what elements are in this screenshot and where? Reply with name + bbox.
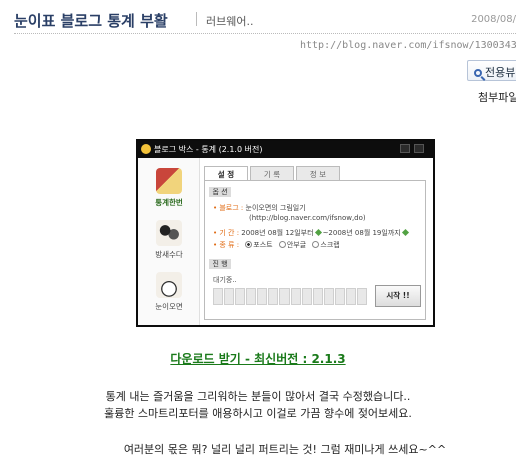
- body-text-line: 통계 내는 즐거움을 그리워하는 분들이 많아서 결국 수정했습니다..: [105, 390, 411, 403]
- progress-segment: [323, 288, 334, 305]
- tab-info: 정 보: [296, 166, 340, 180]
- progress-segment: [345, 288, 357, 305]
- period-from: 2008년 08월 12일부터: [241, 229, 314, 237]
- attachment-label[interactable]: 첨부파일: [478, 89, 516, 105]
- view-button[interactable]: 전용뷰: [467, 60, 516, 81]
- progress-bar: [213, 288, 368, 305]
- sidebar-item-label: 눈이오면: [155, 302, 183, 311]
- sidebar-item-label: 방새수다: [155, 250, 183, 259]
- calendar-icon: [314, 228, 322, 237]
- sidebar-item-label: 통계한번: [155, 198, 183, 207]
- period-key: • 기 간 :: [213, 229, 242, 237]
- calendar-icon: [401, 228, 409, 237]
- progress-section-label: 진 행: [209, 259, 231, 269]
- sidebar-item-snow: 눈이오면: [142, 272, 196, 312]
- view-button-label: 전용뷰: [485, 66, 516, 79]
- options-section-label: 옵 션: [209, 187, 231, 197]
- snowman-icon: [156, 272, 182, 298]
- progress-segment: [257, 288, 268, 305]
- post-date: 2008/08/: [471, 14, 516, 25]
- type-option-scrap: 스크랩: [320, 241, 340, 249]
- type-option-post: 포스트: [253, 241, 273, 249]
- progress-segment: [334, 288, 345, 305]
- close-icon: [414, 144, 424, 153]
- period-row: • 기 간 : 2008년 08월 12일부터 ~2008년 08월 19일까지: [213, 228, 410, 238]
- stats-book-icon: [156, 168, 182, 194]
- progress-segment: [268, 288, 279, 305]
- progress-segment: [246, 288, 257, 305]
- progress-status: 대기중..: [213, 276, 237, 284]
- progress-segment: [279, 288, 290, 305]
- app-sidebar: 통계한번 방새수다 눈이오면: [138, 158, 200, 325]
- post-header: 눈이표 블로그 통계 부활 러브웨어.. 2008/08/: [14, 8, 516, 34]
- type-option-greeting: 안부글: [286, 241, 307, 249]
- progress-segment: [213, 288, 224, 305]
- download-link[interactable]: 다운로드 받기 - 최신버전 : 2.1.3: [0, 350, 516, 367]
- radio-icon: [278, 241, 286, 248]
- blog-value: 눈이오면의 그림일기: [245, 204, 306, 212]
- progress-segment: [290, 288, 301, 305]
- post-category[interactable]: 러브웨어..: [206, 13, 253, 29]
- period-to: ~2008년 08월 19일까지: [322, 229, 401, 237]
- app-window-title: 블로그 박스 - 통계 (2.1.0 버전): [154, 145, 263, 154]
- blog-url: (http://blog.naver.com/ifsnow,do): [249, 214, 366, 222]
- search-icon: [474, 69, 482, 77]
- type-row: • 종 류 : 포스트 안부글 스크랩: [213, 240, 340, 250]
- app-body: 통계한번 방새수다 눈이오면 설 정 기 록 정 보 옵 션 • 블로그 : 눈…: [138, 158, 433, 325]
- type-key: • 종 류 :: [213, 241, 242, 249]
- title-divider: [196, 12, 197, 26]
- body-text-line: 여러분의 몫은 뭐? 널리 널리 퍼트리는 것! 그럼 재미나게 쓰세요~^^: [123, 443, 447, 456]
- progress-segment: [357, 288, 368, 305]
- settings-panel: 옵 션 • 블로그 : 눈이오면의 그림일기 (http://blog.nave…: [204, 180, 426, 320]
- radio-icon: [312, 241, 320, 248]
- sidebar-item-stats: 통계한번: [142, 168, 196, 208]
- post-url[interactable]: http://blog.naver.com/ifsnow/130034398: [300, 40, 516, 51]
- chat-people-icon: [156, 220, 182, 246]
- body-text-line: 훌륭한 스마트리포터를 애용하시고 이걸로 가끔 향수에 젖어보세요.: [104, 407, 412, 420]
- tab-settings: 설 정: [204, 166, 248, 181]
- progress-segment: [235, 288, 246, 305]
- blog-key: • 블로그 :: [213, 204, 246, 212]
- start-button: 시작 !!: [375, 285, 421, 307]
- progress-segment: [312, 288, 323, 305]
- progress-segment: [301, 288, 312, 305]
- app-screenshot: 블로그 박스 - 통계 (2.1.0 버전) 통계한번 방새수다 눈이오면 설 …: [136, 139, 435, 327]
- post-title[interactable]: 눈이표 블로그 통계 부활: [14, 10, 168, 31]
- sidebar-item-chat: 방새수다: [142, 220, 196, 260]
- blog-row: • 블로그 : 눈이오면의 그림일기: [213, 203, 306, 213]
- app-titlebar: 블로그 박스 - 통계 (2.1.0 버전): [138, 141, 433, 158]
- progress-segment: [224, 288, 235, 305]
- app-logo-icon: [141, 144, 151, 154]
- tab-records: 기 록: [250, 166, 294, 180]
- radio-icon: [245, 241, 253, 248]
- minimize-icon: [400, 144, 410, 153]
